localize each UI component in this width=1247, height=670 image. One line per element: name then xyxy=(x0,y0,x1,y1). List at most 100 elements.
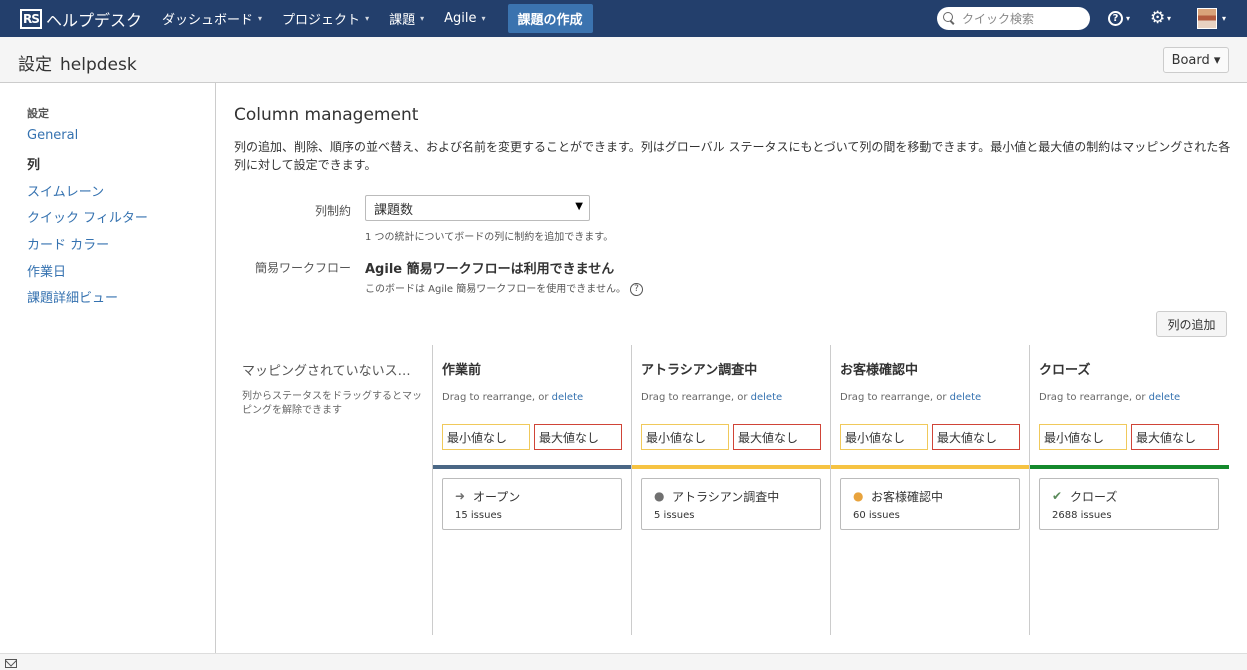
open-status-icon: ➜ xyxy=(455,489,466,503)
sidebar-item-issue-detail-view[interactable]: 課題詳細ビュー xyxy=(27,287,118,306)
status-name: アトラシアン調査中 xyxy=(672,490,780,504)
max-constraint-field[interactable]: 最大値なし xyxy=(733,424,821,450)
nav-projects[interactable]: プロジェクト ▾ xyxy=(282,9,369,28)
issue-count: 2688 issues xyxy=(1052,510,1112,521)
avatar[interactable] xyxy=(1197,8,1217,29)
add-column-button[interactable]: 列の追加 xyxy=(1156,311,1227,337)
settings-sidebar: 設定 General 列 スイムレーン クイック フィルター カード カラー 作… xyxy=(0,83,216,653)
sidebar-item-columns[interactable]: 列 xyxy=(27,154,40,173)
drag-hint: Drag to rearrange, or delete xyxy=(1039,392,1180,403)
app-logo[interactable]: RS ヘルプデスク xyxy=(20,7,142,31)
max-constraint-field[interactable]: 最大値なし xyxy=(534,424,622,450)
status-category-bar xyxy=(632,465,831,469)
nav-projects-label: プロジェクト xyxy=(282,13,361,28)
board-name: helpdesk xyxy=(60,55,137,75)
chevron-down-icon: ▾ xyxy=(365,14,370,23)
status-card[interactable]: ✔ クローズ 2688 issues xyxy=(1039,478,1219,530)
nav-agile[interactable]: Agile ▾ xyxy=(444,11,485,26)
min-constraint-field[interactable]: 最小値なし xyxy=(442,424,530,450)
gear-icon[interactable]: ⚙ xyxy=(1150,8,1165,28)
search-icon xyxy=(943,12,956,25)
unmapped-description: 列からステータスをドラッグするとマッピングを解除できます xyxy=(242,391,422,416)
create-issue-button[interactable]: 課題の作成 xyxy=(507,4,593,33)
help-icon[interactable]: ? xyxy=(1108,11,1123,26)
chevron-down-icon: ▾ xyxy=(258,14,263,23)
board-column[interactable]: クローズ Drag to rearrange, or delete 最小値なし … xyxy=(1029,345,1229,635)
simple-workflow-value: Agile 簡易ワークフローは利用できません xyxy=(365,262,615,277)
status-name: お客様確認中 xyxy=(871,490,944,504)
section-title: Column management xyxy=(234,105,419,125)
nav-issues-label: 課題 xyxy=(389,13,416,28)
delete-column-link[interactable]: delete xyxy=(950,392,982,403)
max-constraint-field[interactable]: 最大値なし xyxy=(1131,424,1219,450)
board-menu-button[interactable]: Board ▾ xyxy=(1163,47,1229,73)
min-constraint-field[interactable]: 最小値なし xyxy=(840,424,928,450)
simple-workflow-help: このボードは Agile 簡易ワークフローを使用できません。 xyxy=(365,284,626,295)
question-icon[interactable]: ? xyxy=(629,282,643,296)
min-constraint-field[interactable]: 最小値なし xyxy=(1039,424,1127,450)
min-constraint-field[interactable]: 最小値なし xyxy=(641,424,729,450)
sidebar-item-quick-filters[interactable]: クイック フィルター xyxy=(27,207,148,226)
column-constraint-select[interactable]: 課題数 ▼ xyxy=(365,195,590,221)
sidebar-heading: 設定 xyxy=(27,107,49,120)
app-name: ヘルプデスク xyxy=(46,10,143,30)
chevron-down-icon: ▾ xyxy=(1126,14,1131,23)
delete-column-link[interactable]: delete xyxy=(1149,392,1181,403)
status-card[interactable]: ● アトラシアン調査中 5 issues xyxy=(641,478,821,530)
status-card[interactable]: ● お客様確認中 60 issues xyxy=(840,478,1020,530)
chevron-down-icon: ▾ xyxy=(420,14,425,23)
closed-status-icon: ✔ xyxy=(1052,489,1063,503)
drag-text: Drag to rearrange, or xyxy=(442,392,552,403)
bottom-status-strip xyxy=(0,653,1247,670)
column-name[interactable]: 作業前 xyxy=(442,359,481,378)
status-name: クローズ xyxy=(1070,490,1118,504)
delete-column-link[interactable]: delete xyxy=(552,392,584,403)
mail-icon[interactable] xyxy=(5,659,17,668)
column-name[interactable]: お客様確認中 xyxy=(840,359,918,378)
column-name[interactable]: クローズ xyxy=(1039,359,1090,378)
column-name[interactable]: アトラシアン調査中 xyxy=(641,359,757,378)
board-column[interactable]: 作業前 Drag to rearrange, or delete 最小値なし 最… xyxy=(432,345,632,635)
drag-hint: Drag to rearrange, or delete xyxy=(442,392,583,403)
section-description: 列の追加、削除、順序の並べ替え、および名前を変更することができます。列はグローバ… xyxy=(234,140,1231,172)
sidebar-item-general[interactable]: General xyxy=(27,128,78,143)
column-constraint-value: 課題数 xyxy=(374,202,414,218)
search-input[interactable] xyxy=(960,10,1085,27)
board-column[interactable]: アトラシアン調査中 Drag to rearrange, or delete 最… xyxy=(631,345,831,635)
issue-count: 60 issues xyxy=(853,510,900,521)
page-title-label: 設定 xyxy=(18,55,52,75)
person-status-icon: ● xyxy=(654,489,665,503)
column-constraint-label: 列制約 xyxy=(314,204,351,218)
issue-count: 5 issues xyxy=(654,510,695,521)
column-constraint-help: 1 つの統計についてボードの列に制約を追加できます。 xyxy=(365,232,614,243)
issue-count: 15 issues xyxy=(455,510,502,521)
logo-icon: RS xyxy=(20,8,42,29)
status-card[interactable]: ➜ オープン 15 issues xyxy=(442,478,622,530)
simple-workflow-label: 簡易ワークフロー xyxy=(254,261,351,275)
waiting-status-icon: ● xyxy=(853,489,864,503)
drag-hint: Drag to rearrange, or delete xyxy=(641,392,782,403)
delete-column-link[interactable]: delete xyxy=(751,392,783,403)
status-category-bar xyxy=(831,465,1030,469)
page-header: 設定 helpdesk Board ▾ xyxy=(0,37,1247,83)
unmapped-title: マッピングされていないステータス xyxy=(242,364,422,379)
page-title: 設定 helpdesk xyxy=(18,50,137,75)
sidebar-item-card-colors[interactable]: カード カラー xyxy=(27,234,109,253)
board-column[interactable]: お客様確認中 Drag to rearrange, or delete 最小値な… xyxy=(830,345,1030,635)
main-content: Column management 列の追加、削除、順序の並べ替え、および名前を… xyxy=(217,83,1247,653)
status-category-bar xyxy=(1030,465,1229,469)
nav-agile-label: Agile xyxy=(444,11,477,26)
sidebar-item-swimlanes[interactable]: スイムレーン xyxy=(27,181,104,200)
dropdown-arrow-icon: ▼ xyxy=(575,201,583,212)
chevron-down-icon: ▾ xyxy=(481,14,486,23)
nav-issues[interactable]: 課題 ▾ xyxy=(389,9,424,28)
quick-search[interactable] xyxy=(937,7,1090,30)
sidebar-item-working-days[interactable]: 作業日 xyxy=(27,261,66,280)
max-constraint-field[interactable]: 最大値なし xyxy=(932,424,1020,450)
drag-text: Drag to rearrange, or xyxy=(641,392,751,403)
drag-text: Drag to rearrange, or xyxy=(1039,392,1149,403)
unmapped-statuses-column: マッピングされていないステータス 列からステータスをドラッグするとマッピングを解… xyxy=(234,348,432,635)
status-name: オープン xyxy=(473,490,521,504)
drag-text: Drag to rearrange, or xyxy=(840,392,950,403)
nav-dashboards[interactable]: ダッシュボード ▾ xyxy=(162,9,262,28)
